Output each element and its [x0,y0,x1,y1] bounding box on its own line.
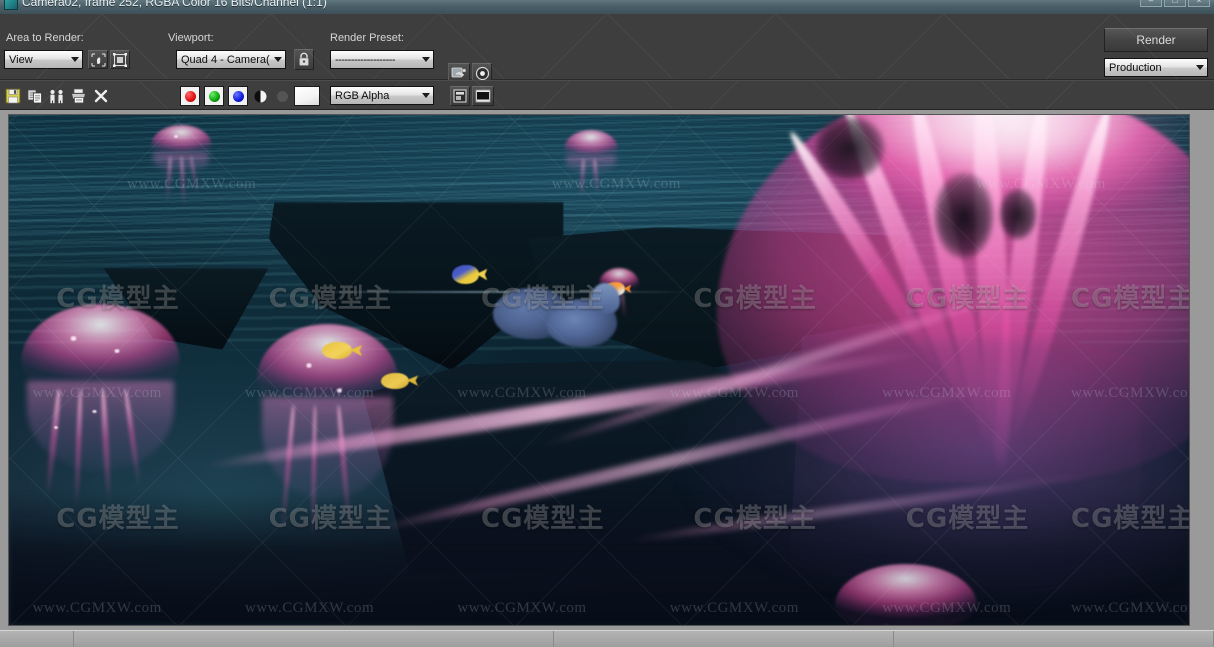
channel-select-value: RGB Alpha [335,89,390,102]
toggle-ui-overlay-button[interactable] [450,86,470,106]
jellyfish [20,303,181,508]
clear-image-button[interactable] [90,85,111,106]
minimize-button[interactable]: – [1140,0,1162,7]
chevron-down-icon [67,51,82,68]
viewport-select[interactable]: Quad 4 - Camera( [176,50,286,69]
save-image-button[interactable] [2,85,23,106]
maximize-button[interactable]: □ [1164,0,1186,7]
render-frame-window: Camera02, frame 252, RGBA Color 16 Bits/… [0,0,1214,647]
red-dot-icon [184,90,196,102]
clone-rendered-frame-window-button[interactable] [46,85,67,106]
auto-region-selected-button[interactable] [88,50,108,69]
app-icon [4,0,18,10]
viewport-label: Viewport: [168,32,214,44]
status-cell [894,631,1214,647]
lock-viewport-button[interactable] [294,49,314,70]
title-bar: Camera02, frame 252, RGBA Color 16 Bits/… [0,0,1214,14]
monochrome-icon [276,90,288,102]
toolbar-watermark-overlay [0,14,1214,79]
render-mode-value: Production [1109,61,1162,74]
monochrome-button[interactable] [272,86,292,106]
display-blue-channel-button[interactable] [228,86,248,106]
alpha-half-circle-icon [254,90,266,102]
fish [589,283,621,314]
chevron-down-icon [418,51,433,68]
jellyfish [563,130,618,201]
render-preset-select[interactable]: ------------------- [330,50,434,69]
fish [321,341,363,360]
area-to-render-label: Area to Render: [6,32,84,44]
jellyfish [835,563,977,625]
background-color-swatch[interactable] [294,86,320,106]
status-cell [554,631,894,647]
fish [380,372,419,389]
enable-pixel-info-button[interactable] [472,86,494,106]
chevron-down-icon [270,51,285,68]
display-red-channel-button[interactable] [180,86,200,106]
render-mode-select[interactable]: Production [1104,58,1208,77]
copy-image-button[interactable] [24,85,45,106]
render-button[interactable]: Render [1104,28,1208,52]
edit-region-button[interactable] [110,50,130,69]
sea-floor [9,492,1189,625]
window-controls: – □ × [1140,0,1210,7]
chevron-down-icon [1192,59,1207,76]
status-cell [74,631,554,647]
green-dot-icon [208,90,220,102]
status-cell [0,631,74,647]
rendered-image-area[interactable]: CG模型主 CG模型主 CG模型主 CG模型主 CG模型主 CG模型主 CG模型… [0,110,1214,630]
display-green-channel-button[interactable] [204,86,224,106]
area-to-render-select[interactable]: View [4,50,83,69]
print-image-button[interactable] [68,85,89,106]
render-options-toolbar: Area to Render: View Viewport: Quad 4 - … [0,14,1214,83]
render-preset-label: Render Preset: [330,32,404,44]
rendered-image[interactable]: CG模型主 CG模型主 CG模型主 CG模型主 CG模型主 CG模型主 CG模型… [8,114,1190,626]
image-tools-toolbar: RGB Alpha [0,80,1214,110]
area-to-render-value: View [9,53,33,66]
status-bar [0,630,1214,647]
blue-dot-icon [232,90,244,102]
display-alpha-channel-button[interactable] [250,86,270,106]
fish [451,265,488,284]
chevron-down-icon [418,87,433,104]
jellyfish [150,125,212,207]
channel-select[interactable]: RGB Alpha [330,86,434,105]
viewport-value: Quad 4 - Camera( [181,53,270,66]
close-button[interactable]: × [1188,0,1210,7]
window-title: Camera02, frame 252, RGBA Color 16 Bits/… [22,0,327,9]
render-preset-value: ------------------- [335,53,396,66]
